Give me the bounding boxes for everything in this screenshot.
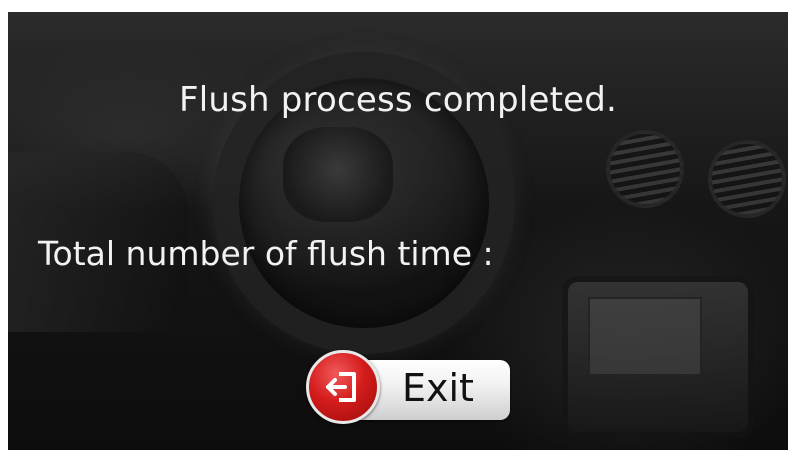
- background-center-console: [568, 282, 748, 432]
- exit-door-arrow-icon: [306, 350, 380, 424]
- exit-button[interactable]: Exit: [306, 348, 512, 424]
- status-message: Flush process completed.: [178, 80, 618, 120]
- flush-complete-screen: Flush process completed. Total number of…: [8, 12, 788, 450]
- exit-button-label: Exit: [402, 366, 474, 410]
- total-flush-label: Total number of flush time :: [38, 234, 494, 273]
- background-steering-hub: [283, 127, 393, 222]
- background-console-display: [588, 297, 702, 376]
- background-air-vent: [606, 130, 684, 208]
- app-frame: Flush process completed. Total number of…: [0, 0, 796, 455]
- background-air-vent: [708, 140, 786, 218]
